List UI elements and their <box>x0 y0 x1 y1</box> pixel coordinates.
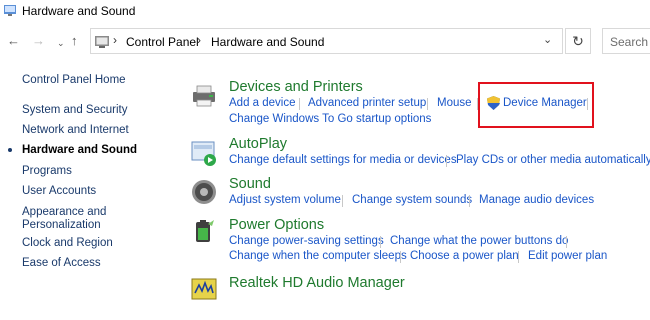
address-row: ← → ⌄ ↑ › Control Panel › Hardware and S… <box>0 28 650 56</box>
back-arrow-icon[interactable]: ← <box>7 34 20 48</box>
link-adjust-system-volume[interactable]: Adjust system volume <box>229 194 341 206</box>
link-separator <box>342 195 343 207</box>
category-realtek-hd-audio-manager[interactable]: Realtek HD Audio Manager <box>229 275 405 291</box>
link-separator <box>427 98 428 110</box>
control-panel-icon <box>4 5 16 16</box>
link-mouse[interactable]: Mouse <box>437 97 472 109</box>
link-advanced-printer-setup[interactable]: Advanced printer setup <box>308 97 426 109</box>
link-change-power-saving[interactable]: Change power-saving settings <box>229 235 384 247</box>
active-indicator-icon <box>8 148 12 152</box>
sidebar-item-control-panel-home[interactable]: Control Panel Home <box>22 74 126 87</box>
breadcrumb-separator-icon[interactable]: › <box>197 33 201 47</box>
address-bar[interactable]: › Control Panel › Hardware and Sound ⌄ <box>90 28 563 54</box>
link-add-a-device[interactable]: Add a device <box>229 97 296 109</box>
sidebar-item-network-and-internet[interactable]: Network and Internet <box>22 124 129 137</box>
breadcrumb-hardware-and-sound[interactable]: Hardware and Sound <box>211 35 324 49</box>
battery-icon[interactable] <box>190 218 218 246</box>
link-change-computer-sleeps[interactable]: Change when the computer sleeps <box>229 250 407 262</box>
sidebar-item-ease-of-access[interactable]: Ease of Access <box>22 257 101 270</box>
category-devices-and-printers[interactable]: Devices and Printers <box>229 79 363 95</box>
link-change-power-buttons[interactable]: Change what the power buttons do <box>390 235 568 247</box>
sidebar-item-system-and-security[interactable]: System and Security <box>22 104 127 117</box>
forward-arrow-icon[interactable]: → <box>32 34 45 48</box>
sidebar-item-clock-and-region[interactable]: Clock and Region <box>22 237 113 250</box>
realtek-audio-icon[interactable] <box>190 275 218 303</box>
control-panel-icon <box>95 36 109 48</box>
title-bar: Hardware and Sound <box>0 0 650 24</box>
speaker-icon[interactable] <box>190 178 218 206</box>
search-input[interactable]: Search C <box>602 28 650 54</box>
link-choose-power-plan[interactable]: Choose a power plan <box>410 250 519 262</box>
breadcrumb-control-panel[interactable]: Control Panel <box>126 35 199 49</box>
breadcrumb-separator-icon: › <box>113 33 117 47</box>
printer-icon[interactable] <box>190 82 218 110</box>
sidebar-item-user-accounts[interactable]: User Accounts <box>22 185 96 198</box>
refresh-button[interactable]: ↻ <box>565 28 591 54</box>
window-title: Hardware and Sound <box>22 4 136 18</box>
category-power-options[interactable]: Power Options <box>229 217 324 233</box>
category-sound[interactable]: Sound <box>229 176 271 192</box>
link-separator <box>469 195 470 207</box>
recent-locations-chevron-icon[interactable]: ⌄ <box>57 36 65 50</box>
search-placeholder: Search C <box>610 35 650 49</box>
link-separator <box>566 236 567 248</box>
sidebar-item-appearance[interactable]: Appearance and <box>22 206 106 219</box>
link-edit-power-plan[interactable]: Edit power plan <box>528 250 607 262</box>
link-change-windows-to-go[interactable]: Change Windows To Go startup options <box>229 113 431 125</box>
link-change-system-sounds[interactable]: Change system sounds <box>352 194 472 206</box>
up-arrow-icon[interactable]: ↑ <box>71 34 78 48</box>
link-play-cds-automatically[interactable]: Play CDs or other media automatically <box>456 154 650 166</box>
link-separator <box>400 251 401 263</box>
link-separator <box>446 155 447 167</box>
link-change-default-settings-media[interactable]: Change default settings for media or dev… <box>229 154 457 166</box>
category-autoplay[interactable]: AutoPlay <box>229 136 287 152</box>
link-separator <box>380 236 381 248</box>
link-manage-audio-devices[interactable]: Manage audio devices <box>479 194 594 206</box>
autoplay-icon[interactable] <box>190 139 218 167</box>
device-manager-highlight-box <box>478 82 594 128</box>
sidebar-item-programs[interactable]: Programs <box>22 165 72 178</box>
sidebar-item-hardware-and-sound[interactable]: Hardware and Sound <box>22 144 137 157</box>
address-dropdown-icon[interactable]: ⌄ <box>543 33 552 46</box>
link-separator <box>299 98 300 110</box>
sidebar-item-personalization[interactable]: Personalization <box>22 219 101 232</box>
refresh-icon: ↻ <box>572 33 584 49</box>
link-separator <box>518 251 519 263</box>
